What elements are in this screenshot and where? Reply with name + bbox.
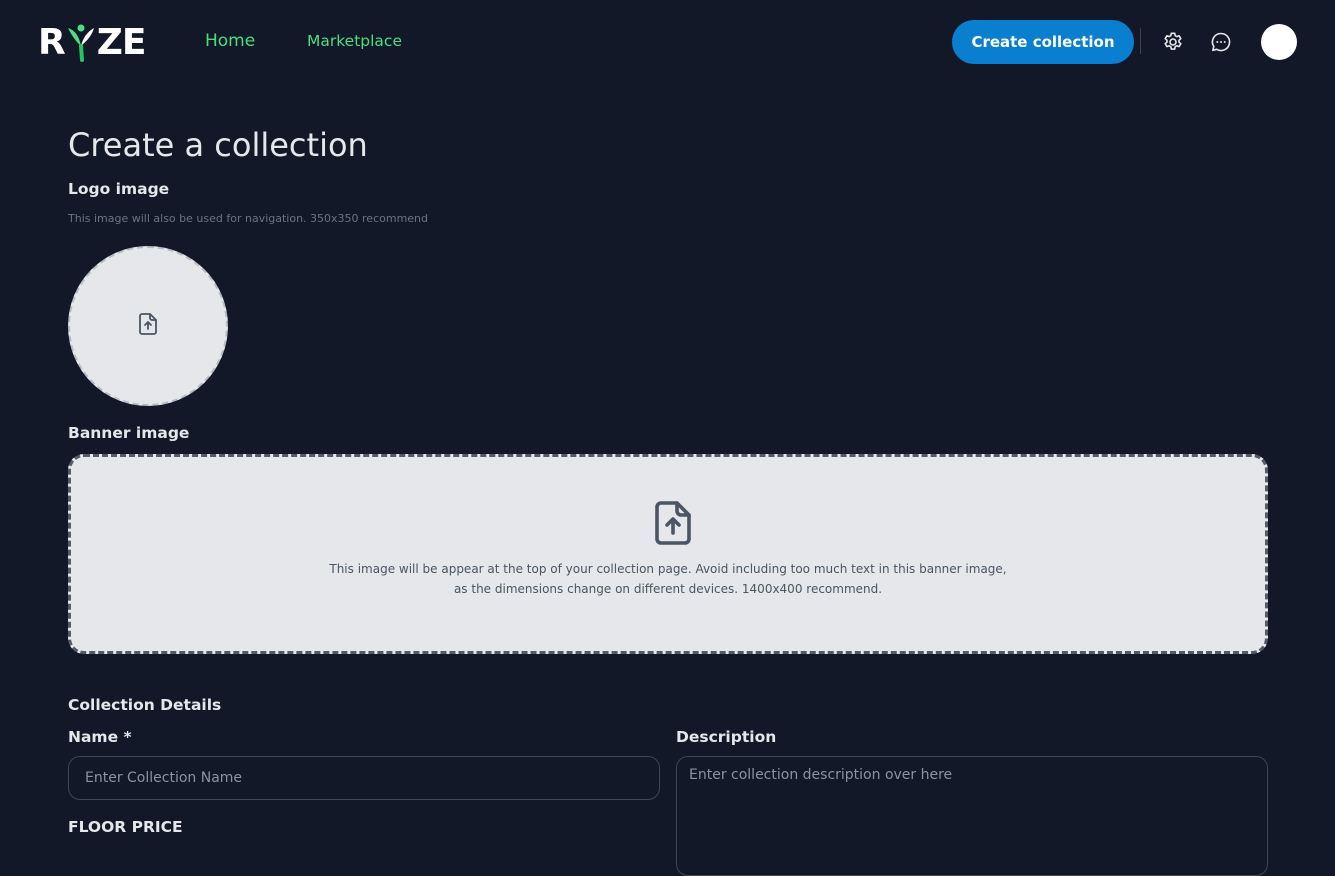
collection-details-heading: Collection Details (68, 696, 222, 714)
logo-letter-r: R (38, 21, 66, 63)
create-collection-button[interactable]: Create collection (952, 20, 1134, 64)
file-upload-icon (137, 312, 159, 340)
navbar-divider (1140, 28, 1141, 54)
collection-description-input[interactable] (676, 756, 1268, 876)
name-label: Name * (68, 728, 132, 746)
chat-bubble-icon[interactable] (1208, 29, 1234, 55)
user-avatar[interactable] (1261, 24, 1297, 60)
banner-hint-line-1: This image will be appear at the top of … (329, 562, 1007, 576)
banner-image-label: Banner image (68, 424, 190, 442)
brand-logo[interactable]: R ZE (38, 21, 147, 63)
file-upload-icon (651, 499, 695, 547)
logo-image-dropzone[interactable] (68, 246, 228, 406)
logo-image-hint: This image will also be used for navigat… (68, 212, 429, 225)
logo-image-label: Logo image (68, 180, 170, 198)
nav-home-link[interactable]: Home (205, 31, 255, 51)
floor-price-label: FLOOR PRICE (68, 818, 183, 836)
gear-icon[interactable] (1160, 29, 1186, 55)
banner-image-hint: This image will be appear at the top of … (71, 559, 1265, 599)
banner-hint-line-2: as the dimensions change on different de… (453, 582, 883, 596)
nav-marketplace-link[interactable]: Marketplace (307, 32, 402, 50)
top-navbar: R ZE Home Marketplace Create collection (0, 0, 1335, 84)
page-title: Create a collection (68, 126, 368, 164)
leaf-icon (65, 22, 97, 62)
logo-letters-ze: ZE (96, 21, 147, 63)
banner-image-dropzone[interactable]: This image will be appear at the top of … (68, 454, 1268, 654)
collection-name-input[interactable] (68, 756, 660, 800)
description-label: Description (676, 728, 777, 746)
